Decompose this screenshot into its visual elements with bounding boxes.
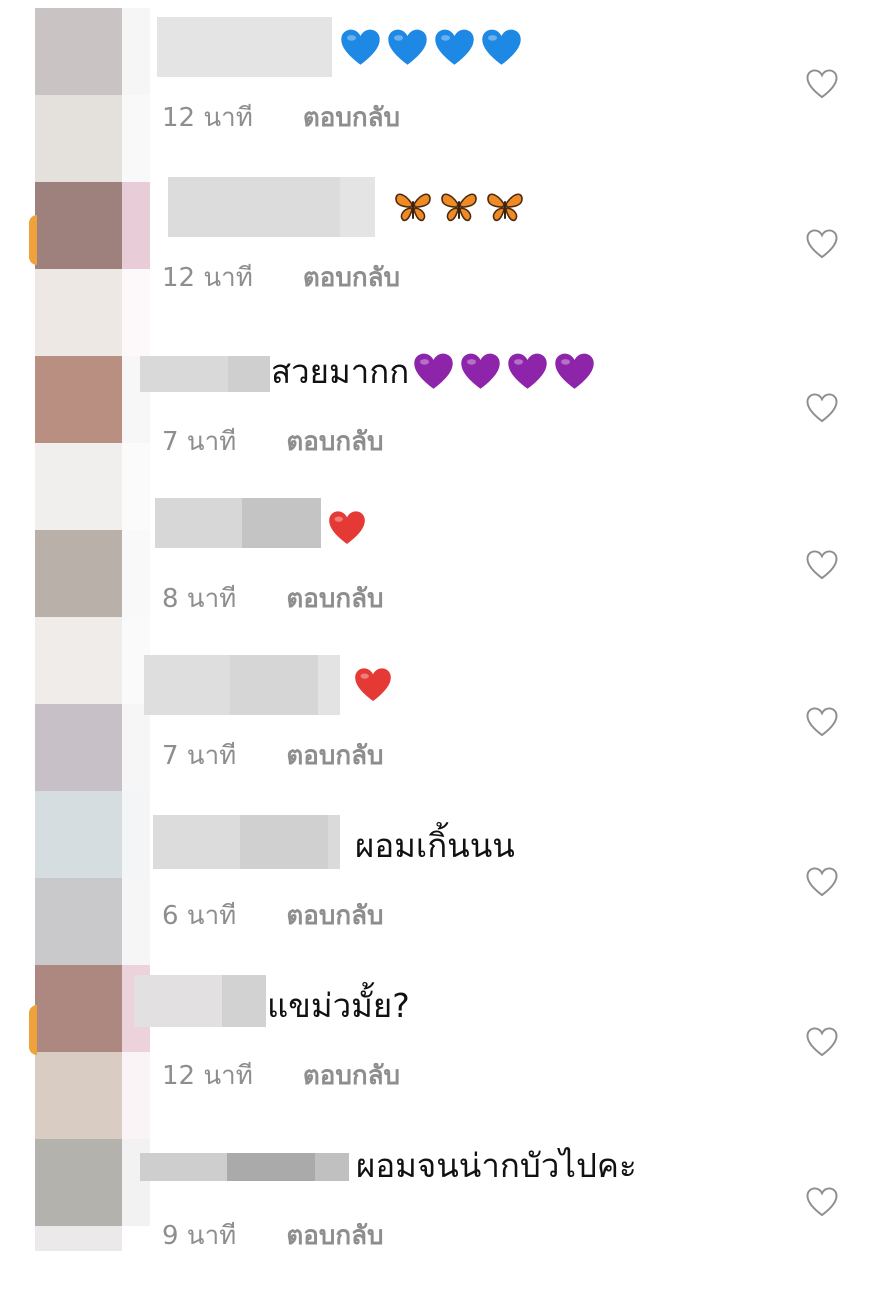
redacted-username[interactable] <box>140 356 270 392</box>
comment-meta: 12 นาที ตอบกลับ <box>162 257 400 297</box>
comment-text: ผอมเกิ้นนน <box>355 825 515 865</box>
blue-heart-icon <box>340 27 381 68</box>
redacted-username[interactable] <box>168 177 375 237</box>
comment-item: สวยมากก 7 นาที ตอบกลับ <box>0 341 892 500</box>
butterfly-icon <box>390 190 524 224</box>
comment-meta: 6 นาที ตอบกลับ <box>162 895 384 935</box>
comment-meta: 7 นาที ตอบกลับ <box>162 421 384 461</box>
comment-meta: 12 นาที ตอบกลับ <box>162 1055 400 1095</box>
comment-item: 8 นาที ตอบกลับ <box>0 498 892 657</box>
reply-button[interactable]: ตอบกลับ <box>303 1055 400 1096</box>
blue-heart-icon <box>434 27 475 68</box>
comment-item: 7 นาที ตอบกลับ <box>0 655 892 814</box>
comment-text <box>350 655 392 715</box>
reply-button[interactable]: ตอบกลับ <box>286 735 383 776</box>
comment-time: 7 นาที <box>162 740 237 771</box>
comment-text <box>324 498 366 558</box>
comment-meta: 7 นาที ตอบกลับ <box>162 735 384 775</box>
reply-button[interactable]: ตอบกลับ <box>303 257 400 298</box>
heart-outline-icon[interactable] <box>806 867 838 897</box>
comment-time: 12 นาที <box>162 262 253 293</box>
redacted-username[interactable] <box>144 655 340 715</box>
comment-item: ผอมเกิ้นนน 6 นาที ตอบกลับ <box>0 815 892 974</box>
comment-time: 12 นาที <box>162 1060 253 1091</box>
comment-text: ผอมจนน่ากบัวไปคะ <box>356 1145 637 1185</box>
heart-outline-icon[interactable] <box>806 1187 838 1217</box>
redacted-username[interactable] <box>140 1153 349 1181</box>
comment-text: สวยมากก <box>271 341 595 401</box>
comment-text: แขม่วมั้ย? <box>267 985 410 1025</box>
purple-heart-icon <box>507 351 548 392</box>
blue-heart-icon <box>336 27 522 68</box>
red-heart-icon <box>354 666 392 704</box>
reply-button[interactable]: ตอบกลับ <box>286 578 383 619</box>
comment-meta: 12 นาที ตอบกลับ <box>162 97 400 137</box>
reply-button[interactable]: ตอบกลับ <box>286 1215 383 1256</box>
comment-item: ผอมจนน่ากบัวไปคะ 9 นาที ตอบกลับ <box>0 1135 892 1294</box>
comment-meta: 8 นาที ตอบกลับ <box>162 578 384 618</box>
purple-heart-icon <box>460 351 501 392</box>
comment-time: 8 นาที <box>162 583 237 614</box>
redacted-username[interactable] <box>157 17 332 77</box>
redacted-username[interactable] <box>153 815 340 869</box>
redacted-username[interactable] <box>155 498 321 548</box>
heart-outline-icon[interactable] <box>806 1027 838 1057</box>
comment-item: แขม่วมั้ย? 12 นาที ตอบกลับ <box>0 975 892 1134</box>
comment-meta: 9 นาที ตอบกลับ <box>162 1215 384 1255</box>
redacted-username[interactable] <box>134 975 266 1027</box>
comment-time: 6 นาที <box>162 900 237 931</box>
comment-time: 9 นาที <box>162 1220 237 1251</box>
comment-item: 12 นาที ตอบกลับ <box>0 177 892 336</box>
comment-item: 12 นาที ตอบกลับ <box>0 17 892 176</box>
red-heart-icon <box>328 509 366 547</box>
butterfly-icon <box>440 190 478 224</box>
butterfly-icon <box>486 190 524 224</box>
comment-text <box>390 177 524 237</box>
purple-heart-icon <box>413 351 454 392</box>
purple-heart-icon <box>554 351 595 392</box>
reply-button[interactable]: ตอบกลับ <box>286 895 383 936</box>
red-heart-icon <box>350 666 392 704</box>
red-heart-icon <box>324 509 366 547</box>
purple-heart-icon <box>409 351 595 392</box>
comment-time: 12 นาที <box>162 102 253 133</box>
heart-outline-icon[interactable] <box>806 229 838 259</box>
blue-heart-icon <box>481 27 522 68</box>
heart-outline-icon[interactable] <box>806 393 838 423</box>
heart-outline-icon[interactable] <box>806 550 838 580</box>
blue-heart-icon <box>387 27 428 68</box>
heart-outline-icon[interactable] <box>806 69 838 99</box>
reply-button[interactable]: ตอบกลับ <box>286 421 383 462</box>
comment-text <box>336 17 522 77</box>
butterfly-icon <box>394 190 432 224</box>
reply-button[interactable]: ตอบกลับ <box>303 97 400 138</box>
heart-outline-icon[interactable] <box>806 707 838 737</box>
comment-time: 7 นาที <box>162 426 237 457</box>
